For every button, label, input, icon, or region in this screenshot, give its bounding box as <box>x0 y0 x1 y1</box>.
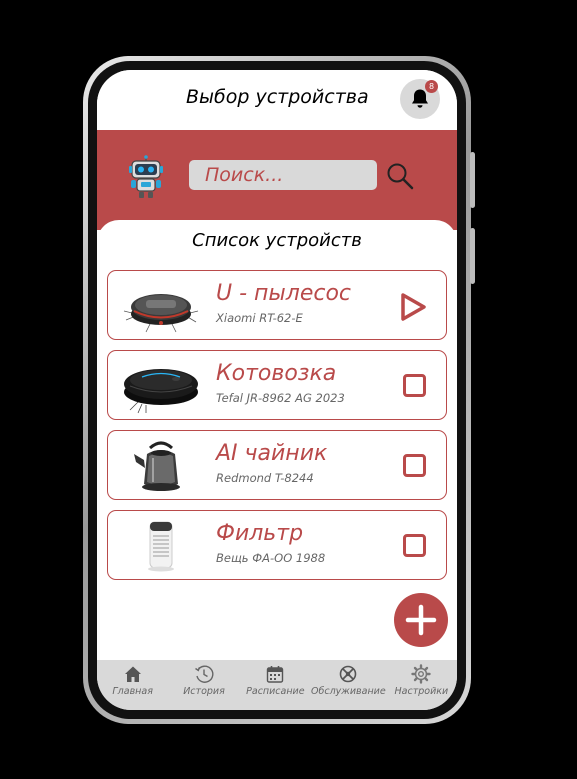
bottom-nav: Главная История Расписание Обслуживание … <box>97 660 457 710</box>
device-name: AI чайник <box>216 441 328 466</box>
device-model: Xiaomi RT-62-E <box>216 311 303 325</box>
gear-icon <box>411 664 432 684</box>
device-card[interactable]: AI чайник Redmond T-8244 <box>107 430 447 500</box>
device-card[interactable]: Котовозка Tefal JR-8962 AG 2023 <box>107 350 447 420</box>
phone-side-button <box>470 152 475 208</box>
search-input[interactable] <box>189 160 377 190</box>
device-list-panel: Список устройств U - пылесос Xiaomi RT-6… <box>97 220 457 660</box>
device-checkbox[interactable] <box>403 374 426 397</box>
notification-badge: 8 <box>425 80 438 93</box>
nav-item-service[interactable]: Обслуживание <box>311 660 386 710</box>
air-purifier-image <box>148 521 174 572</box>
device-card[interactable]: Фильтр Вещь ФА-ОО 1988 <box>107 510 447 580</box>
play-icon[interactable] <box>398 292 428 322</box>
app-screen: Выбор устройства 8 Поиск... Список устро… <box>97 70 457 710</box>
home-icon <box>124 666 141 682</box>
device-model: Redmond T-8244 <box>216 471 314 485</box>
nav-item-settings[interactable]: Настройки <box>386 660 457 710</box>
plus-icon <box>405 604 437 636</box>
page-title: Выбор устройства <box>186 86 369 108</box>
device-checkbox[interactable] <box>403 534 426 557</box>
notifications-button[interactable]: 8 <box>400 79 440 119</box>
device-model: Вещь ФА-ОО 1988 <box>216 551 326 565</box>
robot-vacuum-image <box>124 369 198 414</box>
nav-label: Обслуживание <box>311 686 386 697</box>
device-checkbox[interactable] <box>403 454 426 477</box>
nav-item-schedule[interactable]: Расписание <box>240 660 311 710</box>
robot-vacuum-image <box>123 294 199 333</box>
device-name: Котовозка <box>216 361 337 386</box>
nav-label: История <box>183 686 225 697</box>
history-icon <box>195 665 214 683</box>
robot-logo-icon <box>129 155 163 198</box>
device-model: Tefal JR-8962 AG 2023 <box>216 391 345 405</box>
nav-item-history[interactable]: История <box>168 660 239 710</box>
search-icon[interactable] <box>386 162 414 190</box>
service-icon <box>340 665 357 683</box>
nav-item-home[interactable]: Главная <box>97 660 168 710</box>
device-card[interactable]: U - пылесос Xiaomi RT-62-E <box>107 270 447 340</box>
device-name: Фильтр <box>216 521 304 546</box>
app-header: Выбор устройства 8 <box>97 70 457 130</box>
nav-label: Расписание <box>246 686 305 697</box>
kettle-image <box>134 441 180 491</box>
device-name: U - пылесос <box>216 281 352 306</box>
list-title: Список устройств <box>192 230 362 251</box>
calendar-icon <box>267 666 284 683</box>
phone-side-button <box>470 228 475 284</box>
nav-label: Настройки <box>394 686 449 697</box>
search-band <box>97 130 457 230</box>
add-device-button[interactable] <box>394 593 448 647</box>
nav-label: Главная <box>112 686 153 697</box>
